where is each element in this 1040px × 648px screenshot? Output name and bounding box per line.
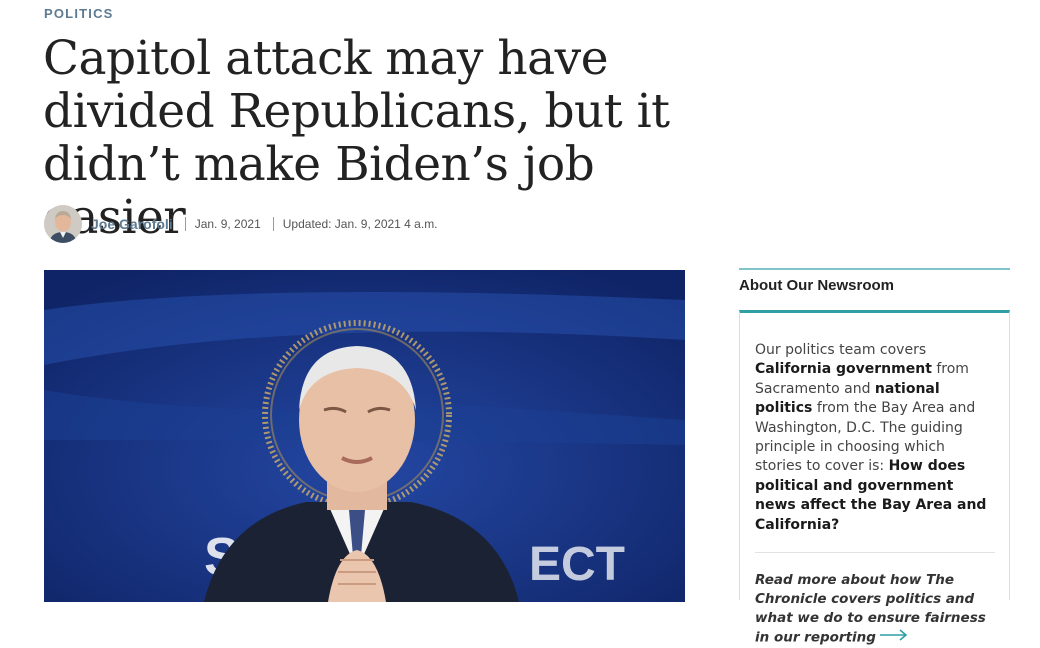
about-newsroom-sidebar: About Our Newsroom Our politics team cov… [739, 268, 1010, 646]
sidebar-box: Our politics team covers California gove… [739, 310, 1010, 646]
byline-divider [272, 217, 274, 231]
sidebar-top-rule [739, 268, 1010, 270]
sidebar-divider [755, 552, 995, 554]
author-avatar[interactable] [44, 205, 82, 243]
svg-text:ECT: ECT [529, 538, 625, 591]
author-name-link[interactable]: Joe Garofoli [91, 216, 173, 232]
hero-photo[interactable]: SE ECT [44, 270, 685, 602]
updated-date: Updated: Jan. 9, 2021 4 a.m. [282, 217, 438, 231]
section-label[interactable]: POLITICS [44, 6, 114, 21]
byline: Joe Garofoli Jan. 9, 2021 Updated: Jan. … [44, 205, 438, 243]
sidebar-emphasis: California government [755, 361, 932, 378]
publish-date: Jan. 9, 2021 [194, 217, 261, 231]
lead-photo-image: SE ECT [44, 270, 685, 602]
byline-divider [184, 217, 186, 231]
read-more-link[interactable]: Read more about how The Chronicle covers… [755, 571, 995, 648]
sidebar-description: Our politics team covers California gove… [755, 341, 995, 535]
sidebar-text: Our politics team covers [755, 342, 927, 358]
sidebar-title: About Our Newsroom [739, 277, 895, 294]
author-portrait-image [44, 205, 82, 243]
arrow-right-icon [879, 628, 908, 647]
read-more-text: Read more about how The Chronicle covers… [755, 572, 986, 646]
